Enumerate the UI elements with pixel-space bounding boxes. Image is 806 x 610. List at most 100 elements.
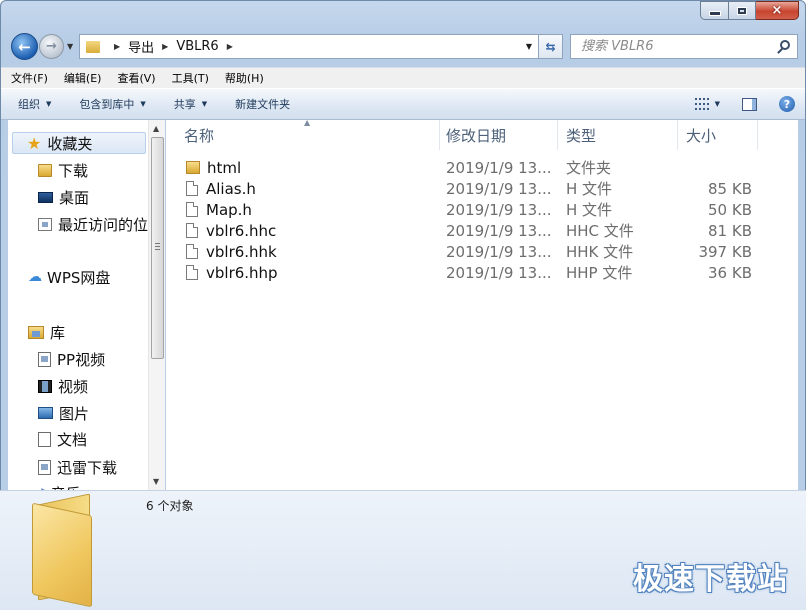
sidebar-item-desktop[interactable]: 桌面 <box>38 186 89 208</box>
picture-icon <box>38 407 53 419</box>
table-row[interactable]: vblr6.hhk 2019/1/9 13... HHK 文件 397 KB <box>166 241 798 262</box>
sidebar-item-pictures[interactable]: 图片 <box>38 402 89 424</box>
sidebar-item-downloads[interactable]: 下载 <box>38 159 88 181</box>
chevron-down-icon: ▼ <box>201 100 208 108</box>
column-label: 类型 <box>566 126 597 145</box>
file-name-cell: vblr6.hhc <box>186 220 276 241</box>
sidebar-item-label: 最近访问的位 <box>58 215 149 234</box>
menu-file[interactable]: 文件(F) <box>11 70 48 86</box>
sidebar-item-favorites[interactable]: ★ 收藏夹 <box>12 132 146 154</box>
folder-icon <box>38 163 52 177</box>
scroll-down-icon[interactable]: ▼ <box>153 477 159 486</box>
search-box[interactable] <box>570 34 798 59</box>
chevron-right-icon: ▶ <box>162 42 169 51</box>
chevron-down-icon: ▼ <box>46 100 52 108</box>
navigation-bar: ← → ▼ ▶ 导出 ▶ VBLR6 ▶ ▼ ⇆ <box>1 31 805 63</box>
sidebar-item-label: 桌面 <box>59 188 90 207</box>
refresh-button[interactable]: ⇆ <box>539 34 563 59</box>
chevron-right-icon: ▶ <box>114 42 121 51</box>
view-options-icon[interactable] <box>694 98 709 110</box>
view-controls: ▼ ? <box>694 96 795 112</box>
new-folder-button[interactable]: 新建文件夹 <box>235 96 290 112</box>
column-header-name[interactable]: 名称 <box>176 120 440 150</box>
address-bar[interactable]: ▶ 导出 ▶ VBLR6 ▶ ▼ <box>79 34 539 59</box>
help-icon[interactable]: ? <box>779 96 795 112</box>
include-library-label: 包含到库中 <box>79 98 135 111</box>
file-name: vblr6.hhp <box>206 263 278 282</box>
sidebar-item-pp-video[interactable]: PP视频 <box>38 348 105 370</box>
document-icon <box>186 244 198 259</box>
address-dropdown-icon[interactable]: ▼ <box>526 42 532 51</box>
view-options-dropdown[interactable]: ▼ <box>715 100 720 108</box>
menu-tools[interactable]: 工具(T) <box>172 70 209 86</box>
menu-edit[interactable]: 编辑(E) <box>64 70 102 86</box>
column-header-size[interactable]: 大小 <box>678 120 758 150</box>
breadcrumb-item[interactable]: VBLR6 <box>176 39 218 54</box>
file-size <box>666 157 752 178</box>
folder-icon <box>30 493 100 608</box>
file-date: 2019/1/9 13... <box>446 263 552 282</box>
share-button[interactable]: 共享 ▼ <box>174 96 207 112</box>
menu-help[interactable]: 帮助(H) <box>225 70 264 86</box>
include-library-button[interactable]: 包含到库中 ▼ <box>79 96 145 112</box>
search-icon[interactable] <box>780 40 790 50</box>
file-type: 文件夹 <box>566 159 612 177</box>
file-date: 2019/1/9 13... <box>446 242 552 261</box>
file-name-cell: html <box>186 157 241 178</box>
folder-front <box>32 502 92 608</box>
file-type: HHK 文件 <box>566 243 634 261</box>
minimize-button[interactable] <box>700 1 729 20</box>
preview-pane-icon[interactable] <box>742 97 757 111</box>
back-button[interactable]: ← <box>11 33 38 60</box>
command-bar: 组织 ▼ 包含到库中 ▼ 共享 ▼ 新建文件夹 ▼ ? <box>1 88 805 120</box>
sidebar-item-wps[interactable]: ☁ WPS网盘 <box>28 266 110 288</box>
organize-button[interactable]: 组织 ▼ <box>18 96 51 112</box>
sidebar-item-label: PP视频 <box>57 350 106 369</box>
folder-icon <box>186 161 200 174</box>
table-row[interactable]: vblr6.hhc 2019/1/9 13... HHC 文件 81 KB <box>166 220 798 241</box>
close-icon: × <box>771 3 783 18</box>
details-pane: 6 个对象 极速下载站 <box>0 490 806 610</box>
file-name-cell: Alias.h <box>186 178 256 199</box>
file-name: html <box>207 158 242 177</box>
file-name-cell: vblr6.hhp <box>186 262 278 283</box>
scroll-up-icon[interactable]: ▲ <box>153 124 159 133</box>
recent-pages-dropdown[interactable]: ▼ <box>67 42 73 51</box>
column-header-type[interactable]: 类型 <box>558 120 678 150</box>
sidebar-item-videos[interactable]: 视频 <box>38 375 88 397</box>
maximize-button[interactable] <box>729 1 756 20</box>
forward-arrow-icon: → <box>46 39 57 54</box>
table-row[interactable]: html 2019/1/9 13... 文件夹 <box>166 157 798 178</box>
chevron-right-icon: ▶ <box>226 42 233 51</box>
sidebar-item-label: 视频 <box>58 377 89 396</box>
table-row[interactable]: Alias.h 2019/1/9 13... H 文件 85 KB <box>166 178 798 199</box>
breadcrumb-item[interactable]: 导出 <box>128 37 154 56</box>
file-type: H 文件 <box>566 201 613 219</box>
navigation-pane: ★ 收藏夹 下载 桌面 最近访问的位 ☁ WPS网盘 库 PP视频 视频 图片 … <box>8 120 165 490</box>
file-name-cell: vblr6.hhk <box>186 241 277 262</box>
table-row[interactable]: Map.h 2019/1/9 13... H 文件 50 KB <box>166 199 798 220</box>
navigation-scrollbar[interactable]: ▲ ▼ <box>148 120 165 490</box>
sidebar-item-thunder[interactable]: 迅雷下载 <box>38 456 117 478</box>
sidebar-item-music[interactable]: ♪ 音乐 <box>38 482 81 491</box>
menu-view[interactable]: 查看(V) <box>117 70 155 86</box>
file-type: HHP 文件 <box>566 264 633 282</box>
search-input[interactable] <box>581 39 771 54</box>
file-date: 2019/1/9 13... <box>446 200 552 219</box>
sidebar-item-label: 库 <box>50 323 66 342</box>
sidebar-item-recent[interactable]: 最近访问的位 <box>38 213 148 235</box>
desktop-icon <box>38 191 53 203</box>
sidebar-item-documents[interactable]: 文档 <box>38 428 87 450</box>
scrollbar-thumb[interactable] <box>151 137 164 359</box>
column-label: 修改日期 <box>446 126 507 145</box>
share-label: 共享 <box>173 98 196 111</box>
sidebar-item-library[interactable]: 库 <box>28 321 65 343</box>
column-header-date[interactable]: 修改日期 <box>438 120 558 150</box>
file-name: vblr6.hhc <box>206 221 277 240</box>
back-arrow-icon: ← <box>18 37 31 56</box>
forward-button[interactable]: → <box>39 34 64 59</box>
close-button[interactable]: × <box>756 1 799 20</box>
table-row[interactable]: vblr6.hhp 2019/1/9 13... HHP 文件 36 KB <box>166 262 798 283</box>
file-type: HHC 文件 <box>566 222 634 240</box>
file-size: 36 KB <box>708 263 752 282</box>
